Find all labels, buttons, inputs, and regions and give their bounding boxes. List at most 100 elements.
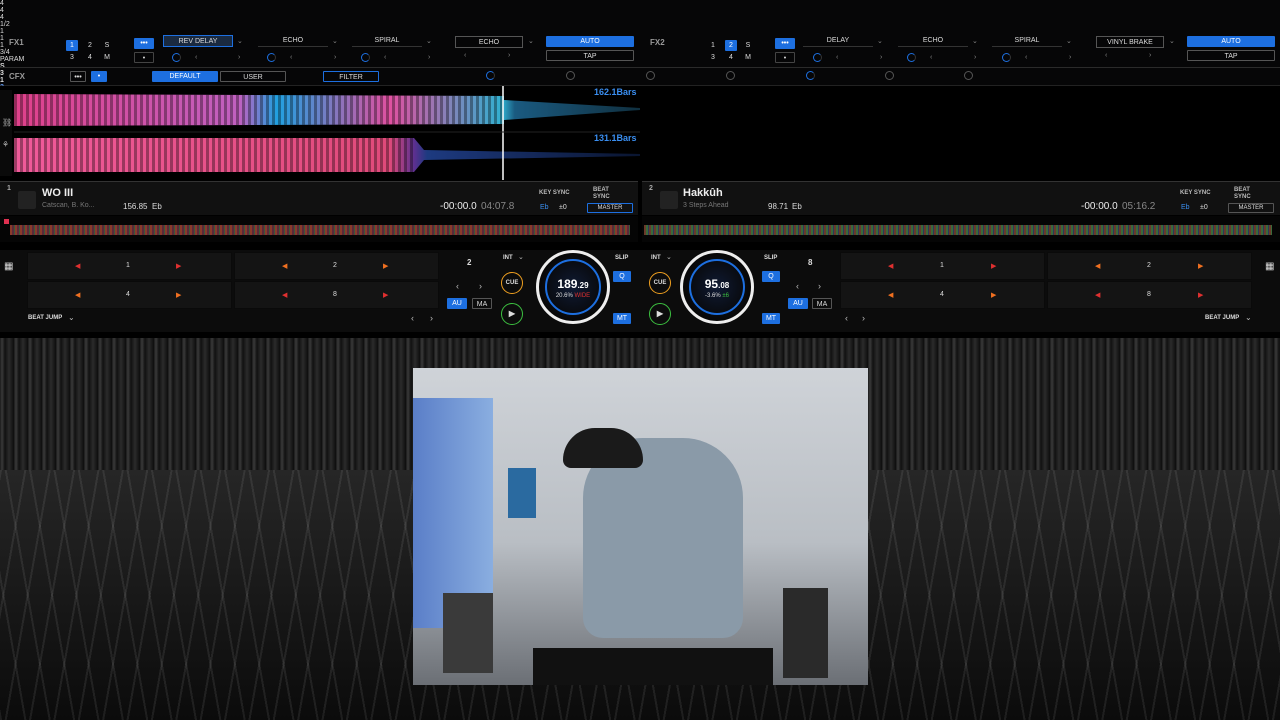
fx2-slot-2[interactable]: 2	[725, 40, 737, 51]
fx1-slot-s[interactable]: S	[101, 40, 113, 51]
deck2-cue-button[interactable]: CUE	[649, 272, 671, 294]
deck1-ma-button[interactable]: MA	[472, 298, 492, 309]
deck2-pad-1[interactable]: ◀ 1 ▶	[840, 252, 1045, 280]
deck1-key-value[interactable]: Eb	[540, 204, 549, 211]
grid-icon[interactable]: ▦	[4, 261, 13, 272]
deck1-pad-4[interactable]: ◀ 4 ▶	[27, 281, 232, 309]
chevron-down-icon[interactable]: ⌄	[528, 37, 534, 45]
fx1-effect-1[interactable]: REV DELAY	[163, 35, 233, 47]
chevron-down-icon[interactable]: ⌄	[666, 253, 672, 261]
chevron-down-icon[interactable]: ⌄	[518, 253, 524, 261]
deck2-pad-4[interactable]: ◀ 4 ▶	[840, 281, 1045, 309]
fx1-effect-2[interactable]: ECHO	[258, 35, 328, 47]
chevron-down-icon[interactable]: ⌄	[332, 37, 338, 45]
arrow-left-icon[interactable]: ‹	[845, 313, 848, 323]
fx1-slot-1[interactable]: 1	[66, 40, 78, 51]
fx2-effect-3[interactable]: SPIRAL	[992, 35, 1062, 47]
play-icon[interactable]: ▶	[649, 303, 671, 325]
chevron-down-icon[interactable]: ⌄	[237, 37, 243, 45]
deck1-master-button[interactable]: MASTER	[587, 203, 633, 213]
chevron-down-icon[interactable]: ⌄	[972, 37, 978, 45]
deck2-pad-8[interactable]: ◀ 8 ▶	[1047, 281, 1252, 309]
arrow-right-icon[interactable]: ›	[479, 281, 482, 291]
fx2-auto-button[interactable]: AUTO	[1187, 36, 1275, 47]
cfx-knob-3[interactable]	[646, 71, 655, 80]
arrow-left-icon[interactable]: ‹	[290, 54, 292, 61]
menu-dots-icon[interactable]: •••	[775, 38, 795, 49]
grid-icon[interactable]: ▦	[1265, 261, 1274, 272]
deck1-key-offset[interactable]: ±0	[559, 204, 567, 211]
fx1-slot-4[interactable]: 4	[84, 52, 96, 63]
deck1-overview-waveform[interactable]	[0, 216, 638, 242]
chevron-down-icon[interactable]: ⌄	[426, 37, 432, 45]
fx2-tap-button[interactable]: TAP	[1187, 50, 1275, 61]
arrow-left-icon[interactable]: ‹	[456, 281, 459, 291]
fx1-effect-3[interactable]: SPIRAL	[352, 35, 422, 47]
fx2-effect-1[interactable]: DELAY	[803, 35, 873, 47]
fx1-slot-3[interactable]: 3	[66, 52, 78, 63]
deck2-int-label[interactable]: INT	[651, 255, 661, 261]
fx2-slot-3[interactable]: 3	[707, 52, 719, 63]
deck1-beat-jump-label[interactable]: BEAT JUMP	[28, 315, 62, 321]
cfx-default-button[interactable]: DEFAULT	[152, 71, 218, 82]
deck2-quantize-button[interactable]: Q	[762, 271, 780, 282]
chevron-down-icon[interactable]: ⌄	[1066, 37, 1072, 45]
arrow-left-icon[interactable]: ‹	[1105, 52, 1107, 59]
waveform-panel[interactable]: ⛓ ⚘ 162.1Bars 131.1Bars	[0, 86, 640, 180]
deck1-mt-button[interactable]: MT	[613, 313, 631, 324]
play-icon[interactable]: ▶	[501, 303, 523, 325]
arrow-right-icon[interactable]: ›	[974, 54, 976, 61]
fx1-onoff-button[interactable]: •	[134, 52, 154, 63]
menu-dots-icon[interactable]: •••	[70, 71, 86, 82]
arrow-left-icon[interactable]: ‹	[836, 54, 838, 61]
arrow-right-icon[interactable]: ›	[334, 54, 336, 61]
arrow-right-icon[interactable]: ›	[430, 313, 433, 323]
deck2-mt-button[interactable]: MT	[762, 313, 780, 324]
deck1-au-button[interactable]: AU	[447, 298, 467, 309]
arrow-left-icon[interactable]: ‹	[411, 313, 414, 323]
fx1-beat-effect[interactable]: ECHO	[455, 36, 523, 48]
deck2-key-value[interactable]: Eb	[1181, 204, 1190, 211]
arrow-right-icon[interactable]: ›	[508, 52, 510, 59]
fx1-knob-3[interactable]	[361, 53, 370, 62]
fx2-knob-2[interactable]	[907, 53, 916, 62]
fx2-onoff-button[interactable]: •	[775, 52, 795, 63]
cfx-knob-m[interactable]	[964, 71, 973, 80]
cfx-knob-2[interactable]	[806, 71, 815, 80]
cfx-knob-1[interactable]	[726, 71, 735, 80]
deck1-int-label[interactable]: INT	[503, 255, 513, 261]
cfx-param-knob[interactable]	[486, 71, 495, 80]
chevron-down-icon[interactable]: ⌄	[68, 313, 75, 322]
fx2-beat-effect[interactable]: VINYL BRAKE	[1096, 36, 1164, 48]
link-icon[interactable]: ⛓	[2, 118, 12, 127]
deck1-slip-label[interactable]: SLIP	[615, 255, 628, 261]
deck2-ma-button[interactable]: MA	[812, 298, 832, 309]
fx2-knob-3[interactable]	[1002, 53, 1011, 62]
cfx-knob-4[interactable]	[885, 71, 894, 80]
deck1-pad-2[interactable]: ◀ 2 ▶	[234, 252, 439, 280]
arrow-left-icon[interactable]: ‹	[195, 54, 197, 61]
arrow-right-icon[interactable]: ›	[818, 281, 821, 291]
cfx-knob-s[interactable]	[566, 71, 575, 80]
chevron-down-icon[interactable]: ⌄	[877, 37, 883, 45]
fx1-auto-button[interactable]: AUTO	[546, 36, 634, 47]
deck2-au-button[interactable]: AU	[788, 298, 808, 309]
arrow-right-icon[interactable]: ›	[880, 54, 882, 61]
fx1-tap-button[interactable]: TAP	[546, 50, 634, 61]
cfx-filter-button[interactable]: FILTER	[323, 71, 379, 82]
arrow-left-icon[interactable]: ‹	[464, 52, 466, 59]
arrow-left-icon[interactable]: ‹	[384, 54, 386, 61]
menu-dots-icon[interactable]: •••	[134, 38, 154, 49]
fx2-slot-s[interactable]: S	[742, 40, 754, 51]
cfx-user-button[interactable]: USER	[220, 71, 286, 82]
fx2-slot-m[interactable]: M	[742, 52, 754, 63]
deck2-jog-wheel[interactable]: 95.08 -3.6% ±6	[680, 250, 754, 324]
arrow-left-icon[interactable]: ‹	[796, 281, 799, 291]
arrow-right-icon[interactable]: ›	[238, 54, 240, 61]
fx2-effect-2[interactable]: ECHO	[898, 35, 968, 47]
arrow-right-icon[interactable]: ›	[862, 313, 865, 323]
arrow-left-icon[interactable]: ‹	[930, 54, 932, 61]
fx2-knob-1[interactable]	[813, 53, 822, 62]
fx1-knob-2[interactable]	[267, 53, 276, 62]
fx2-slot-4[interactable]: 4	[725, 52, 737, 63]
